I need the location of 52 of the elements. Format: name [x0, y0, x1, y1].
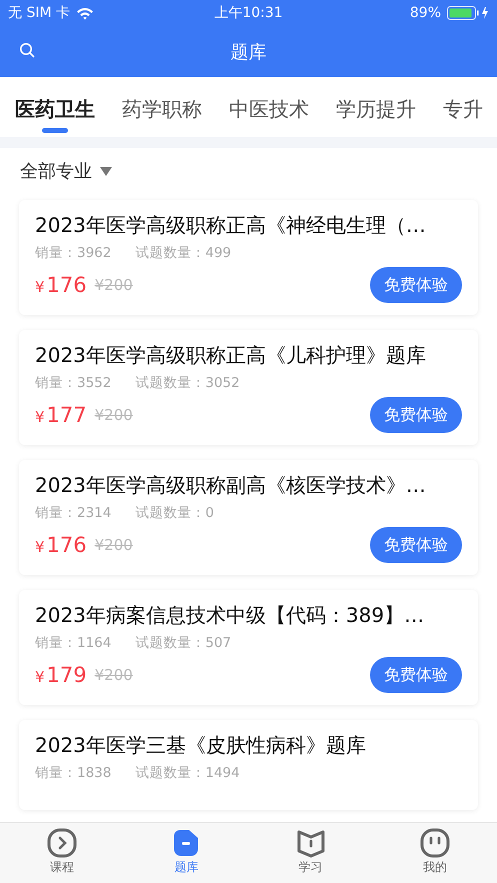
carrier-text: 无 SIM 卡	[8, 4, 70, 22]
price: ¥179	[35, 663, 87, 687]
course-title: 2023年病案信息技术中级【代码：389】…	[35, 602, 426, 629]
course-title: 2023年医学高级职称正高《神经电生理（…	[35, 212, 427, 239]
original-price: ¥200	[94, 276, 133, 294]
price: ¥176	[35, 273, 87, 297]
category-tab[interactable]: 中医技术	[229, 95, 309, 137]
battery-icon	[447, 6, 491, 20]
tab-bar-item[interactable]: 我的	[372, 823, 497, 883]
course-card[interactable]: 2023年病案信息技术中级【代码：389】… 销量：1164 试题数量：507 ¥179 ¥200 免费体验	[19, 590, 478, 705]
filter-dropdown[interactable]: 全部专业	[20, 159, 112, 183]
sales-text: 销量：3552	[35, 374, 112, 392]
question-count-text: 试题数量：507	[135, 634, 232, 652]
question-count-text: 试题数量：3052	[135, 374, 240, 392]
search-icon[interactable]	[19, 42, 35, 58]
category-tab[interactable]: 专升	[443, 95, 483, 137]
page-title: 题库	[230, 40, 266, 64]
price: ¥176	[35, 533, 87, 557]
course-title: 2023年医学三基《皮肤性病科》题库	[35, 732, 367, 759]
free-trial-button[interactable]: 免费体验	[370, 527, 462, 563]
clock-text: 上午10:31	[214, 4, 283, 22]
course-card[interactable]: 2023年医学高级职称副高《核医学技术》… 销量：2314 试题数量：0 ¥176 ¥200 免费体验	[19, 460, 478, 575]
sales-text: 销量：3962	[35, 244, 112, 262]
course-card[interactable]: 2023年医学三基《皮肤性病科》题库 销量：1838 试题数量：1494	[19, 720, 478, 810]
free-trial-button[interactable]: 免费体验	[370, 397, 462, 433]
wifi-icon	[76, 6, 94, 20]
caret-icon	[100, 166, 112, 176]
price: ¥177	[35, 403, 87, 427]
original-price: ¥200	[94, 406, 133, 424]
sales-text: 销量：1164	[35, 634, 112, 652]
original-price: ¥200	[94, 666, 133, 684]
tab-bar-item[interactable]: 题库	[124, 823, 248, 883]
question-count-text: 试题数量：499	[135, 244, 232, 262]
question-count-text: 试题数量：1494	[135, 764, 240, 782]
free-trial-button[interactable]: 免费体验	[370, 267, 462, 303]
face-icon	[420, 828, 450, 858]
question-count-text: 试题数量：0	[135, 504, 214, 522]
category-tab[interactable]: 医药卫生	[15, 95, 95, 137]
tab-bar-item[interactable]: 学习	[248, 823, 373, 883]
course-card[interactable]: 2023年医学高级职称正高《神经电生理（… 销量：3962 试题数量：499 ¥176 ¥200 免费体验	[19, 200, 478, 315]
sales-text: 销量：1838	[35, 764, 112, 782]
battery-percent: 89%	[410, 5, 441, 21]
course-title: 2023年医学高级职称副高《核医学技术》…	[35, 472, 427, 499]
course-card[interactable]: 2023年医学高级职称正高《儿科护理》题库 销量：3552 试题数量：3052 ¥177 ¥200 免费体验	[19, 330, 478, 445]
tab-bar-item[interactable]: 课程	[0, 823, 124, 883]
sales-text: 销量：2314	[35, 504, 112, 522]
free-trial-button[interactable]: 免费体验	[370, 657, 462, 693]
book-icon	[296, 828, 326, 858]
original-price: ¥200	[94, 536, 133, 554]
course-title: 2023年医学高级职称正高《儿科护理》题库	[35, 342, 427, 369]
category-tab[interactable]: 药学职称	[122, 95, 202, 137]
category-tab[interactable]: 学历提升	[336, 95, 416, 137]
